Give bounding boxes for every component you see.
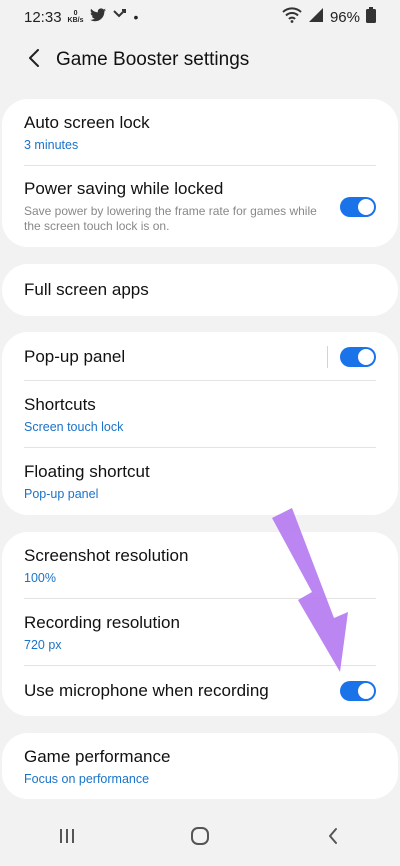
power-saving-row[interactable]: Power saving while locked Save power by …	[2, 166, 398, 247]
arrow-left-icon	[27, 48, 41, 72]
data-rate-indicator: 0 KB/s	[67, 10, 84, 24]
page-title: Game Booster settings	[56, 49, 250, 70]
signal-icon	[308, 7, 324, 27]
use-microphone-label: Use microphone when recording	[24, 681, 269, 700]
missed-call-icon	[112, 8, 128, 26]
auto-screen-lock-value: 3 minutes	[24, 138, 79, 152]
shortcuts-value: Screen touch lock	[24, 420, 124, 434]
floating-shortcut-value: Pop-up panel	[24, 487, 99, 501]
game-performance-row[interactable]: Game performance Focus on performance	[2, 733, 398, 799]
status-bar: 12:33 0 KB/s • 96%	[0, 0, 400, 34]
full-screen-apps-label: Full screen apps	[24, 280, 149, 299]
shortcuts-row[interactable]: Shortcuts Screen touch lock	[2, 381, 398, 448]
wifi-icon	[282, 7, 302, 27]
recording-resolution-value: 720 px	[24, 638, 62, 652]
apps-card: Full screen apps	[2, 264, 398, 316]
panel-settings-card: Pop-up panel Shortcuts Screen touch lock…	[2, 332, 398, 515]
recents-icon	[58, 828, 76, 849]
screenshot-resolution-row[interactable]: Screenshot resolution 100%	[2, 532, 398, 599]
back-button[interactable]	[14, 40, 54, 80]
notification-dot-icon: •	[133, 9, 139, 25]
status-time: 12:33	[24, 8, 62, 26]
game-performance-label: Game performance	[24, 746, 171, 766]
back-chevron-icon	[327, 827, 339, 850]
auto-screen-lock-label: Auto screen lock	[24, 113, 150, 132]
recording-settings-card: Screenshot resolution 100% Recording res…	[2, 532, 398, 716]
battery-level: 96%	[329, 8, 360, 26]
app-header: Game Booster settings	[0, 40, 400, 80]
screenshot-resolution-value: 100%	[24, 571, 56, 585]
vertical-divider	[327, 345, 328, 368]
nav-back-button[interactable]	[303, 818, 363, 858]
auto-screen-lock-row[interactable]: Auto screen lock 3 minutes	[2, 99, 398, 166]
battery-icon	[366, 7, 376, 27]
recording-resolution-label: Recording resolution	[24, 613, 180, 632]
shortcuts-label: Shortcuts	[24, 395, 96, 414]
power-saving-label: Power saving while locked	[24, 179, 224, 198]
popup-panel-row[interactable]: Pop-up panel	[2, 332, 398, 381]
lock-settings-card: Auto screen lock 3 minutes Power saving …	[2, 99, 398, 247]
full-screen-apps-row[interactable]: Full screen apps	[2, 264, 398, 316]
recording-resolution-row[interactable]: Recording resolution 720 px	[2, 599, 398, 666]
use-microphone-row[interactable]: Use microphone when recording	[2, 666, 398, 716]
popup-panel-toggle[interactable]	[340, 346, 376, 367]
home-icon	[190, 826, 210, 851]
twitter-icon	[89, 8, 106, 26]
game-performance-value: Focus on performance	[24, 771, 150, 786]
screenshot-resolution-label: Screenshot resolution	[24, 546, 189, 565]
recents-button[interactable]	[37, 818, 97, 858]
use-microphone-toggle[interactable]	[340, 681, 376, 701]
system-nav-bar	[0, 810, 400, 866]
floating-shortcut-label: Floating shortcut	[24, 462, 150, 481]
floating-shortcut-row[interactable]: Floating shortcut Pop-up panel	[2, 448, 398, 515]
power-saving-toggle[interactable]	[340, 196, 376, 217]
performance-card: Game performance Focus on performance	[2, 733, 398, 799]
home-button[interactable]	[170, 818, 230, 858]
power-saving-description: Save power by lowering the frame rate fo…	[24, 204, 317, 233]
popup-panel-label: Pop-up panel	[24, 346, 126, 366]
